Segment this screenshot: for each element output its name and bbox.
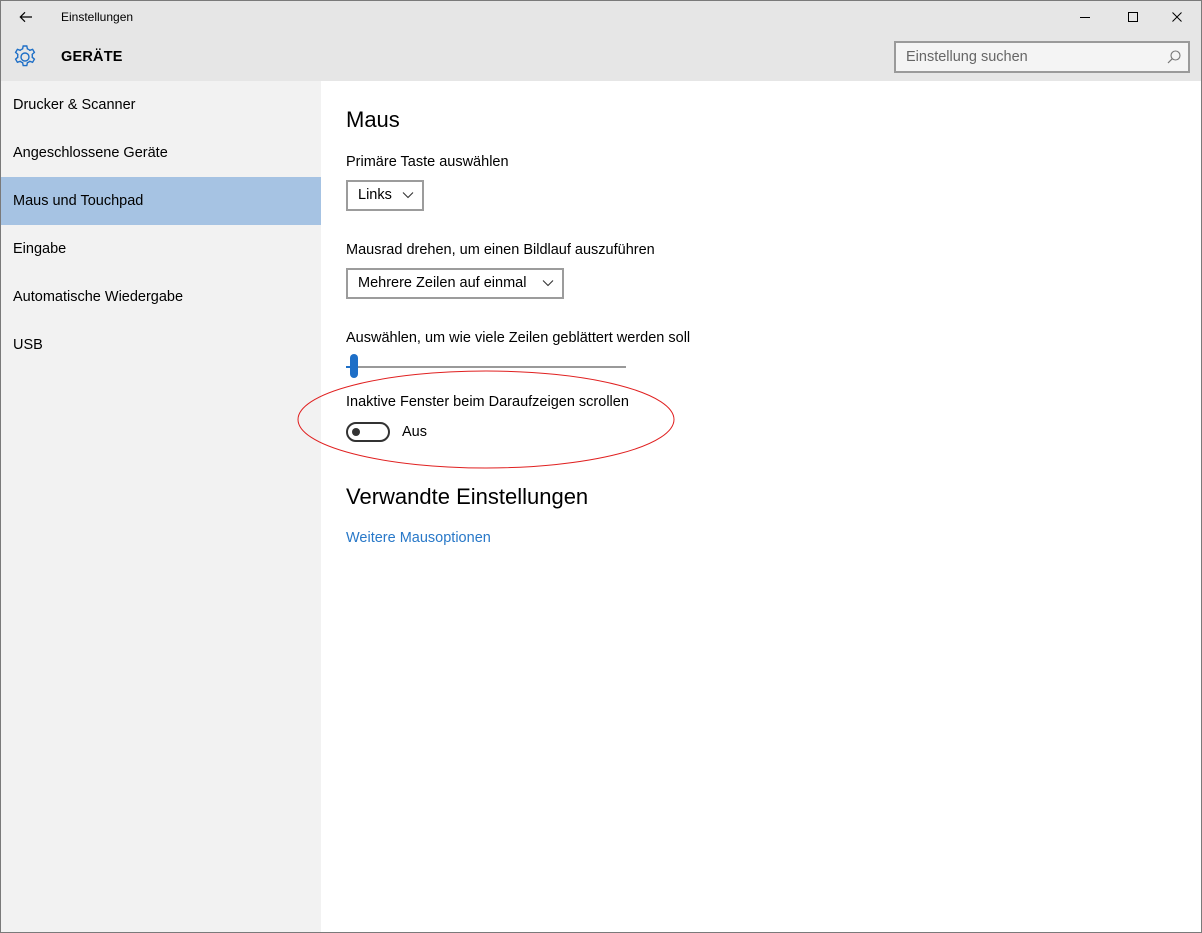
sidebar-item-maus-touchpad[interactable]: Maus und Touchpad	[1, 177, 321, 225]
settings-window: Einstellungen GERÄTE Einstellung suchen …	[0, 0, 1202, 933]
sidebar-item-angeschlossene-geraete[interactable]: Angeschlossene Geräte	[1, 129, 321, 177]
scroll-mode-value: Mehrere Zeilen auf einmal	[358, 275, 527, 291]
inactive-scroll-state: Aus	[402, 424, 427, 440]
title-bar: Einstellungen	[1, 1, 1201, 33]
header-bar: GERÄTE	[1, 33, 1201, 81]
close-icon	[1172, 12, 1182, 22]
sidebar-item-usb[interactable]: USB	[1, 321, 321, 369]
section-title: GERÄTE	[61, 49, 123, 65]
lines-slider-track[interactable]	[346, 366, 626, 368]
close-button[interactable]	[1154, 1, 1200, 33]
scroll-mode-dropdown[interactable]: Mehrere Zeilen auf einmal	[346, 268, 564, 299]
search-input[interactable]	[896, 43, 1156, 71]
sidebar-item-automatische-wiedergabe[interactable]: Automatische Wiedergabe	[1, 273, 321, 321]
minimize-icon	[1080, 17, 1090, 18]
main-content: Maus Primäre Taste auswählen Links Mausr…	[321, 81, 1201, 932]
lines-slider-thumb[interactable]	[350, 354, 359, 378]
primary-button-dropdown[interactable]: Links	[346, 180, 424, 211]
sidebar-item-eingabe[interactable]: Eingabe	[1, 225, 321, 273]
scroll-mode-label: Mausrad drehen, um einen Bildlauf auszuf…	[346, 242, 655, 258]
inactive-scroll-toggle[interactable]	[346, 422, 390, 442]
search-box[interactable]	[894, 41, 1190, 73]
chevron-down-icon	[402, 192, 414, 199]
primary-button-value: Links	[358, 187, 392, 203]
gear-icon	[14, 45, 36, 67]
page-title: Maus	[346, 107, 400, 132]
chevron-down-icon	[542, 280, 554, 287]
inactive-scroll-label: Inaktive Fenster beim Daraufzeigen scrol…	[346, 394, 629, 410]
maximize-icon	[1128, 12, 1138, 22]
back-button[interactable]	[11, 5, 41, 29]
more-mouse-options-link[interactable]: Weitere Mausoptionen	[346, 530, 491, 546]
maximize-button[interactable]	[1110, 1, 1156, 33]
back-arrow-icon	[19, 11, 32, 23]
related-settings-title: Verwandte Einstellungen	[346, 484, 589, 509]
window-title: Einstellungen	[61, 10, 134, 24]
toggle-knob	[352, 428, 360, 436]
search-icon[interactable]	[1166, 49, 1182, 65]
lines-to-scroll-label: Auswählen, um wie viele Zeilen geblätter…	[346, 330, 691, 346]
sidebar: Drucker & Scanner Angeschlossene Geräte …	[1, 81, 321, 932]
minimize-button[interactable]	[1062, 1, 1108, 33]
primary-button-label: Primäre Taste auswählen	[346, 154, 509, 170]
sidebar-item-drucker-scanner[interactable]: Drucker & Scanner	[1, 81, 321, 129]
